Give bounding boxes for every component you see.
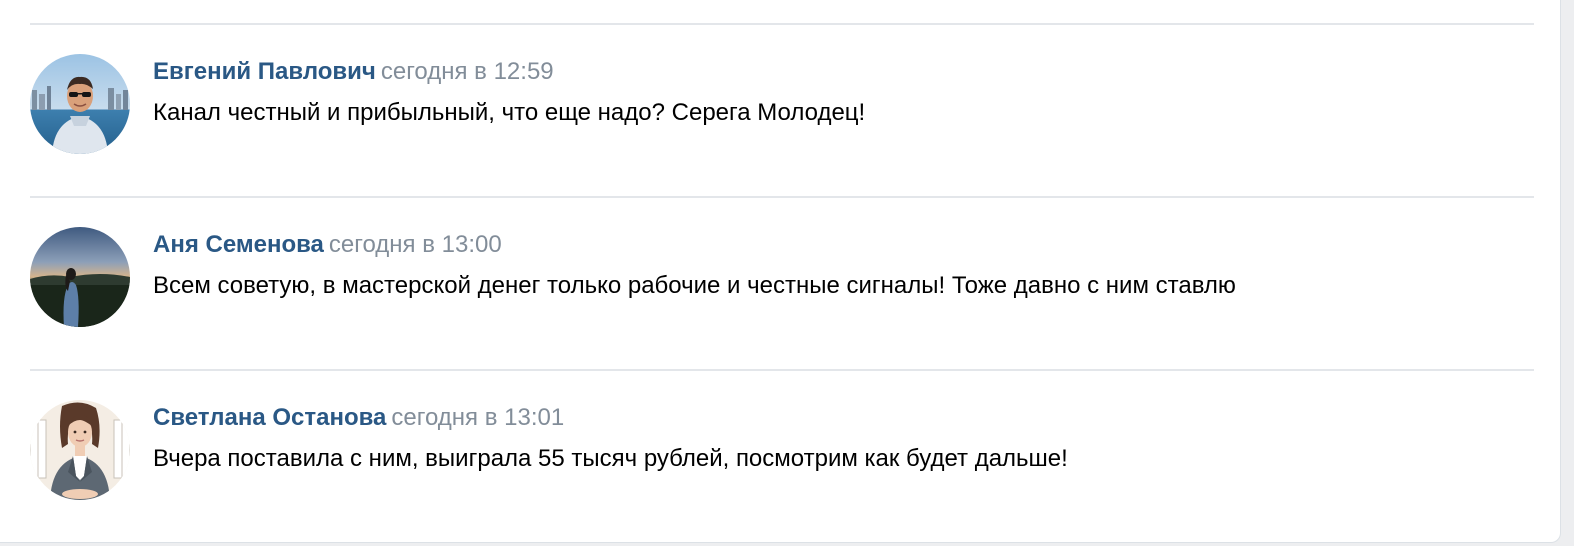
divider	[30, 196, 1534, 198]
avatar[interactable]	[30, 400, 130, 500]
comment-header: Светлана Останова сегодня в 13:01	[153, 403, 564, 433]
comment-header: Аня Семенова сегодня в 13:00	[153, 230, 502, 260]
comment-text: Всем советую, в мастерской денег только …	[153, 272, 1236, 299]
avatar-illustration-woman-suit	[30, 400, 130, 500]
avatar-photo-woman-sunset	[30, 227, 130, 327]
author-name[interactable]: Евгений Павлович	[153, 58, 376, 85]
comment-text: Канал честный и прибыльный, что еще надо…	[153, 99, 866, 126]
comment-header: Евгений Павлович сегодня в 12:59	[153, 57, 554, 87]
comment-text: Вчера поставила с ним, выиграла 55 тысяч…	[153, 445, 1068, 472]
divider	[30, 23, 1534, 25]
comments-panel: Евгений Павлович сегодня в 12:59 Канал че…	[0, 0, 1561, 543]
comment-item: Евгений Павлович сегодня в 12:59 Канал че…	[30, 54, 1530, 164]
avatar[interactable]	[30, 54, 130, 154]
avatar-photo-man-sunglasses	[30, 54, 130, 154]
comment-item: Светлана Останова сегодня в 13:01 Вчера п…	[30, 400, 1530, 510]
author-name[interactable]: Светлана Останова	[153, 404, 386, 431]
comment-time[interactable]: сегодня в 13:00	[329, 231, 502, 258]
comment-item: Аня Семенова сегодня в 13:00 Всем советую…	[30, 227, 1530, 337]
divider	[30, 369, 1534, 371]
author-name[interactable]: Аня Семенова	[153, 231, 324, 258]
comment-time[interactable]: сегодня в 12:59	[381, 58, 554, 85]
comment-time[interactable]: сегодня в 13:01	[391, 404, 564, 431]
avatar[interactable]	[30, 227, 130, 327]
